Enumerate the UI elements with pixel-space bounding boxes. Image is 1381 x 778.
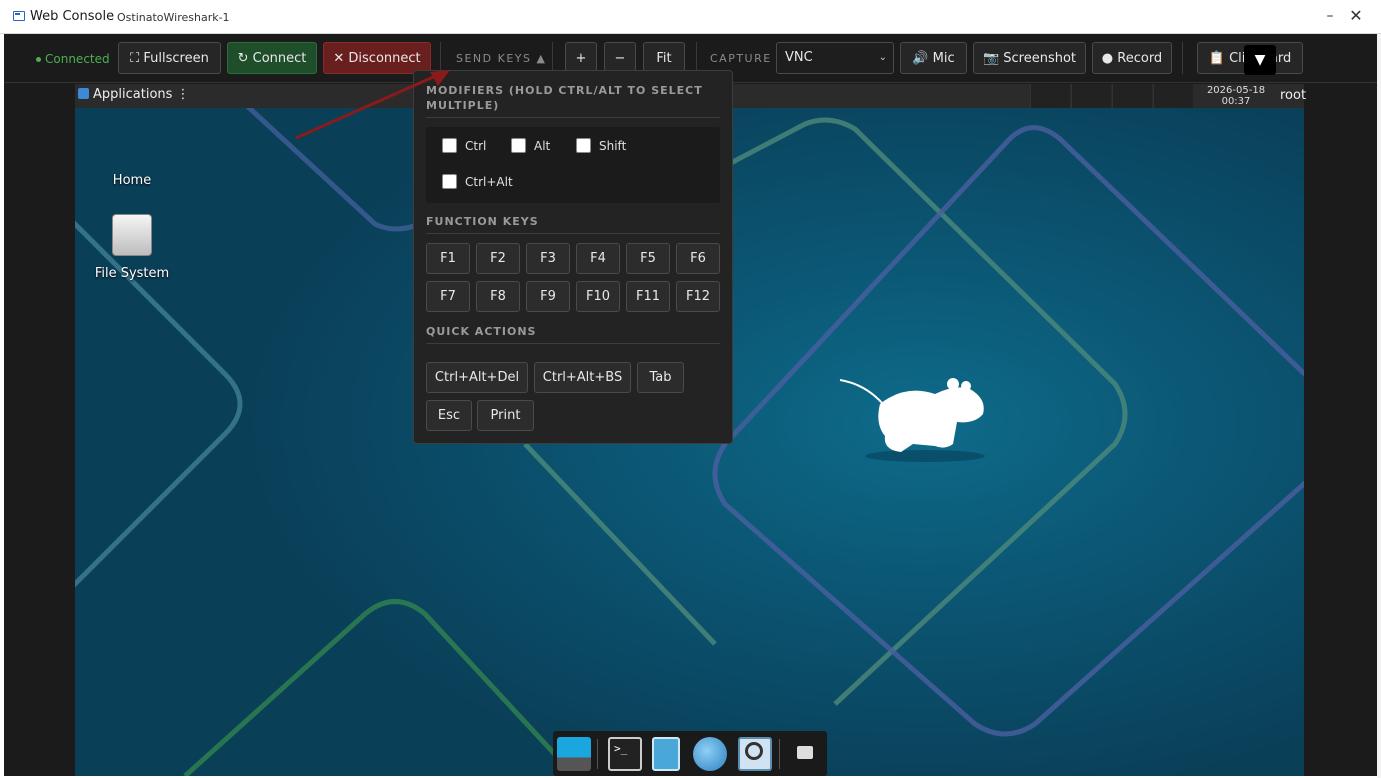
f3-key[interactable]: F3 xyxy=(526,243,570,274)
section-rule xyxy=(426,343,720,344)
panel-user[interactable]: root xyxy=(1280,88,1306,103)
checkbox-box[interactable] xyxy=(511,138,526,153)
file-system-icon-label[interactable]: File System xyxy=(92,266,172,281)
quick-actions-title: QUICK ACTIONS xyxy=(426,325,537,338)
ctrl-alt-checkbox[interactable]: Ctrl+Alt xyxy=(442,174,513,189)
section-rule xyxy=(426,117,720,118)
window-title: Web Console xyxy=(30,9,115,24)
show-desktop-icon[interactable] xyxy=(557,737,591,771)
alt-label: Alt xyxy=(534,139,551,153)
applications-menu[interactable]: Applications ⋮ xyxy=(78,87,190,102)
status-dot-icon xyxy=(36,57,41,62)
screenshot-button[interactable]: 📷 Screenshot xyxy=(973,42,1086,74)
checkbox-box[interactable] xyxy=(576,138,591,153)
record-button[interactable]: ● Record xyxy=(1092,42,1172,74)
chevron-down-icon: ⌄ xyxy=(878,52,887,63)
fullscreen-button[interactable]: ⛶ Fullscreen xyxy=(118,42,221,74)
window-subtitle: OstinatoWireshark-1 xyxy=(117,11,230,24)
print-button[interactable]: Print xyxy=(477,400,534,431)
function-keys-title: FUNCTION KEYS xyxy=(426,215,539,228)
capture-select[interactable]: VNC ⌄ xyxy=(776,42,894,74)
applications-label: Applications ⋮ xyxy=(93,87,190,102)
f4-key[interactable]: F4 xyxy=(576,243,620,274)
send-keys-popover: MODIFIERS (HOLD CTRL/ALT TO SELECT MULTI… xyxy=(413,70,733,444)
workspace-4[interactable] xyxy=(1153,84,1193,108)
modifiers-title: MODIFIERS (HOLD CTRL/ALT TO SELECT MULTI… xyxy=(426,84,703,112)
desktop-dock: >_ xyxy=(553,731,827,776)
esc-button[interactable]: Esc xyxy=(426,400,472,431)
ctrl-alt-bs-button[interactable]: Ctrl+Alt+BS xyxy=(534,362,631,393)
ctrl-alt-del-button[interactable]: Ctrl+Alt+Del xyxy=(426,362,528,393)
section-rule xyxy=(426,233,720,234)
file-system-drive-icon[interactable] xyxy=(112,214,152,256)
window-right-edge xyxy=(1377,34,1381,778)
f6-key[interactable]: F6 xyxy=(676,243,720,274)
f8-key[interactable]: F8 xyxy=(476,281,520,312)
connection-status: Connected xyxy=(36,52,110,66)
clock-time: 00:37 xyxy=(1221,96,1251,107)
ctrl-alt-label: Ctrl+Alt xyxy=(465,175,513,189)
annotation-arrow xyxy=(295,70,450,140)
workspace-2[interactable] xyxy=(1071,84,1111,108)
ctrl-label: Ctrl xyxy=(465,139,487,153)
xfce-icon xyxy=(78,88,89,99)
workspace-1[interactable] xyxy=(1030,84,1070,108)
arrow-shaft xyxy=(295,72,441,140)
checkbox-box[interactable] xyxy=(442,174,457,189)
f10-key[interactable]: F10 xyxy=(576,281,620,312)
capture-label: CAPTURE xyxy=(710,52,772,65)
status-label: Connected xyxy=(45,52,110,66)
window-titlebar: Web Console OstinatoWireshark-1 – ✕ xyxy=(0,0,1381,34)
web-browser-icon[interactable] xyxy=(693,737,727,771)
f7-key[interactable]: F7 xyxy=(426,281,470,312)
mic-button[interactable]: 🔊 Mic xyxy=(900,42,967,74)
f5-key[interactable]: F5 xyxy=(626,243,670,274)
alt-checkbox[interactable]: Alt xyxy=(511,138,550,153)
toolbar-divider xyxy=(1182,42,1183,74)
f2-key[interactable]: F2 xyxy=(476,243,520,274)
dock-divider xyxy=(779,739,780,769)
home-icon-label[interactable]: Home xyxy=(92,173,172,188)
app-finder-magnifier-icon[interactable] xyxy=(738,737,772,771)
web-console-icon xyxy=(13,11,25,21)
clock-date: 2026-05-18 xyxy=(1206,85,1266,96)
shift-label: Shift xyxy=(599,139,627,153)
terminal-icon[interactable]: >_ xyxy=(608,737,642,771)
dock-divider xyxy=(597,739,598,769)
tab-button[interactable]: Tab xyxy=(637,362,684,393)
f11-key[interactable]: F11 xyxy=(626,281,670,312)
minimize-button[interactable]: – xyxy=(1322,6,1338,26)
panel-clock[interactable]: 2026-05-18 00:37 xyxy=(1201,85,1271,107)
send-keys-toggle[interactable]: SEND KEYS ▲ xyxy=(456,52,546,65)
workspace-3[interactable] xyxy=(1112,84,1152,108)
close-button[interactable]: ✕ xyxy=(1348,6,1364,26)
toolbar-dropdown-toggle[interactable]: ▼ xyxy=(1244,45,1276,75)
f1-key[interactable]: F1 xyxy=(426,243,470,274)
folder-icon[interactable] xyxy=(797,746,813,759)
capture-value: VNC xyxy=(785,50,813,65)
file-manager-icon[interactable] xyxy=(652,737,680,771)
shift-checkbox[interactable]: Shift xyxy=(576,138,626,153)
f12-key[interactable]: F12 xyxy=(676,281,720,312)
f9-key[interactable]: F9 xyxy=(526,281,570,312)
